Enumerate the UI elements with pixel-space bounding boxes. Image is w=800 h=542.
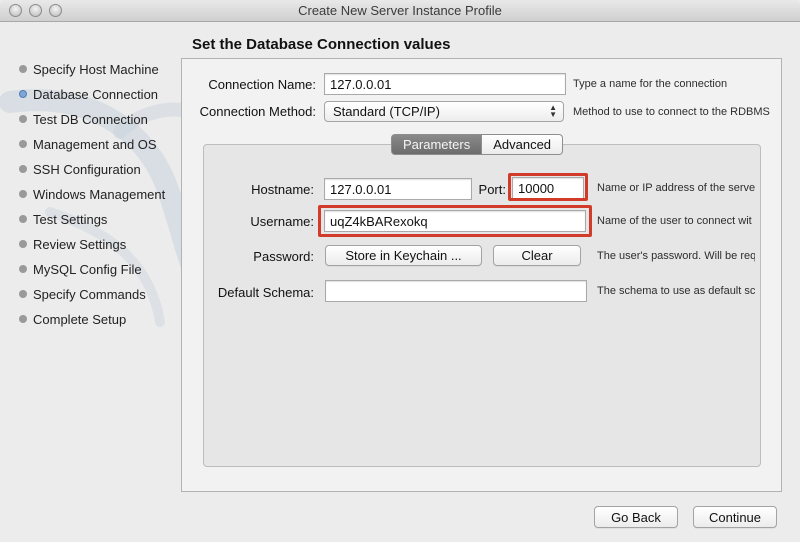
step-bullet-icon <box>19 165 27 173</box>
sidebar-step-label: Management and OS <box>33 136 157 152</box>
hostname-input[interactable] <box>324 178 472 200</box>
connection-method-select[interactable]: Standard (TCP/IP) ▲ ▼ <box>324 101 564 122</box>
page-title: Set the Database Connection values <box>192 36 451 53</box>
sidebar-step-label: Windows Management <box>33 186 166 202</box>
port-label: Port: <box>478 182 506 197</box>
sidebar-step-label: Database Connection <box>33 86 159 102</box>
username-hint: Name of the user to connect wit <box>597 215 752 227</box>
sidebar-step-management-and-os: Management and OS <box>19 134 157 154</box>
title-bar: Create New Server Instance Profile <box>0 0 800 22</box>
sidebar-step-mysql-config-file: MySQL Config File <box>19 259 142 279</box>
connection-name-input[interactable] <box>324 73 566 95</box>
step-bullet-icon <box>19 290 27 298</box>
sidebar-step-specify-host-machine: Specify Host Machine <box>19 59 159 79</box>
clear-password-button[interactable]: Clear <box>493 245 581 266</box>
tab-advanced[interactable]: Advanced <box>482 134 564 155</box>
sidebar-step-label: Complete Setup <box>33 311 127 327</box>
hostname-hint: Name or IP address of the server <box>597 182 755 194</box>
default-schema-input[interactable] <box>325 280 587 302</box>
sidebar-step-test-db-connection: Test DB Connection <box>19 109 148 129</box>
port-highlight-box <box>508 173 588 201</box>
window-title: Create New Server Instance Profile <box>298 3 502 18</box>
tab-parameters[interactable]: Parameters <box>391 134 483 155</box>
connection-method-label: Connection Method: <box>199 104 316 119</box>
sidebar-step-complete-setup: Complete Setup <box>19 309 126 329</box>
sidebar-step-label: Specify Commands <box>33 286 146 302</box>
connection-method-value: Standard (TCP/IP) <box>333 104 440 119</box>
step-bullet-icon <box>19 140 27 148</box>
sidebar-step-database-connection: Database Connection <box>19 84 158 104</box>
step-bullet-icon <box>19 240 27 248</box>
wizard-steps-sidebar: Specify Host Machine Database Connection T… <box>0 22 341 542</box>
sidebar-step-label: Test Settings <box>33 211 108 227</box>
connection-method-hint: Method to use to connect to the RDBMS <box>573 106 770 118</box>
default-schema-label: Default Schema: <box>217 285 314 300</box>
password-label: Password: <box>253 249 314 264</box>
connection-name-hint: Type a name for the connection <box>573 78 728 90</box>
step-bullet-icon <box>19 65 27 73</box>
step-bullet-icon <box>19 115 27 123</box>
sidebar-step-label: MySQL Config File <box>33 261 142 277</box>
step-bullet-icon <box>19 215 27 223</box>
go-back-button[interactable]: Go Back <box>594 506 678 528</box>
store-in-keychain-button[interactable]: Store in Keychain ... <box>325 245 482 266</box>
step-bullet-icon <box>19 315 27 323</box>
current-step-bullet-icon <box>19 90 27 98</box>
hostname-label: Hostname: <box>251 182 314 197</box>
continue-button[interactable]: Continue <box>693 506 777 528</box>
step-bullet-icon <box>19 265 27 273</box>
sidebar-step-label: SSH Configuration <box>33 161 141 177</box>
step-bullet-icon <box>19 190 27 198</box>
username-highlight-box <box>318 205 592 237</box>
connection-name-label: Connection Name: <box>208 77 316 92</box>
sidebar-step-label: Review Settings <box>33 236 127 252</box>
sidebar-step-ssh-configuration: SSH Configuration <box>19 159 141 179</box>
select-arrows-icon: ▲ ▼ <box>549 103 557 119</box>
username-label: Username: <box>250 214 314 229</box>
sidebar-step-test-settings: Test Settings <box>19 209 107 229</box>
password-hint: The user's password. Will be req <box>597 250 755 262</box>
sidebar-step-label: Test DB Connection <box>33 111 148 127</box>
sidebar-step-windows-management: Windows Management <box>19 184 165 204</box>
sidebar-step-review-settings: Review Settings <box>19 234 126 254</box>
tab-bar: Parameters Advanced <box>391 134 564 155</box>
sidebar-step-label: Specify Host Machine <box>33 61 159 77</box>
default-schema-hint: The schema to use as default scl <box>597 285 755 297</box>
sidebar-step-specify-commands: Specify Commands <box>19 284 146 304</box>
